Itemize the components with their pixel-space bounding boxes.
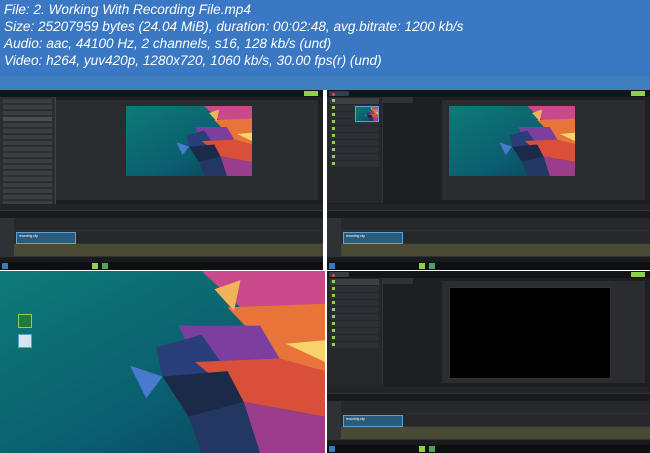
app-title-bar xyxy=(327,90,650,97)
app-icon[interactable] xyxy=(419,446,425,452)
timeline-ruler[interactable] xyxy=(327,204,650,211)
audio-track[interactable] xyxy=(327,244,650,257)
audio-track[interactable] xyxy=(327,427,650,440)
share-button[interactable] xyxy=(631,91,645,96)
windows-taskbar xyxy=(327,445,650,453)
file-name-line: File: 2. Working With Recording File.mp4 xyxy=(4,2,251,17)
windows-taskbar xyxy=(0,262,323,270)
timeline: recording clip xyxy=(327,387,650,445)
video-info-line: Video: h264, yuv420p, 1280x720, 1060 kb/… xyxy=(4,53,382,68)
timeline-clip[interactable]: recording clip xyxy=(343,415,403,427)
windows-start-icon[interactable] xyxy=(329,263,335,269)
record-icon xyxy=(332,274,335,277)
audio-info-line: Audio: aac, 44100 Hz, 2 channels, s16, 1… xyxy=(4,36,332,51)
app-icon[interactable] xyxy=(18,314,32,328)
file-info-header: File: 2. Working With Recording File.mp4… xyxy=(0,0,650,76)
tab-library[interactable] xyxy=(413,97,443,103)
record-button[interactable] xyxy=(329,91,349,96)
share-button[interactable] xyxy=(631,272,645,277)
file-icon[interactable] xyxy=(18,334,32,348)
app-icon[interactable] xyxy=(429,446,435,452)
canvas-area xyxy=(442,100,645,200)
header-spacer xyxy=(0,76,650,90)
windows-taskbar xyxy=(327,262,650,270)
app-icon[interactable] xyxy=(92,263,98,269)
tools-panel xyxy=(327,278,383,386)
audio-track[interactable] xyxy=(0,244,323,257)
share-button[interactable] xyxy=(304,91,318,96)
canvas-preview[interactable] xyxy=(449,287,611,379)
timeline-ruler[interactable] xyxy=(0,204,323,211)
media-bin-item[interactable] xyxy=(355,106,379,122)
record-icon xyxy=(332,93,335,96)
desktop-wallpaper xyxy=(0,271,325,453)
frame-1-editor-menu-open: recording clip xyxy=(0,90,323,270)
media-bin-tabs xyxy=(383,97,413,103)
app-title-bar xyxy=(0,90,323,97)
canvas-preview[interactable] xyxy=(449,106,575,176)
timeline-track-1[interactable] xyxy=(327,401,650,414)
frame-3-desktop xyxy=(0,271,325,453)
canvas-preview[interactable] xyxy=(126,106,252,176)
tab-library[interactable] xyxy=(413,278,443,284)
app-icon[interactable] xyxy=(429,263,435,269)
timeline-track-2[interactable]: recording clip xyxy=(0,231,323,244)
timeline: recording clip xyxy=(0,204,323,262)
file-menu-dropdown[interactable] xyxy=(0,97,56,207)
timeline-track-2[interactable]: recording clip xyxy=(327,231,650,244)
timeline-ruler[interactable] xyxy=(327,387,650,394)
timeline-track-1[interactable] xyxy=(0,218,323,231)
record-button[interactable] xyxy=(329,272,349,277)
frame-4-editor-black-canvas: recording clip xyxy=(327,271,650,453)
media-bin-tabs xyxy=(383,278,413,284)
windows-start-icon[interactable] xyxy=(2,263,8,269)
canvas-area xyxy=(442,281,645,383)
timeline: recording clip xyxy=(327,204,650,262)
timeline-track-2[interactable]: recording clip xyxy=(327,414,650,427)
timeline-clip[interactable]: recording clip xyxy=(343,232,403,244)
app-icon[interactable] xyxy=(102,263,108,269)
windows-start-icon[interactable] xyxy=(329,446,335,452)
file-size-line: Size: 25207959 bytes (24.04 MiB), durati… xyxy=(4,19,464,34)
tab-media-bin[interactable] xyxy=(383,278,413,284)
timeline-track-1[interactable] xyxy=(327,218,650,231)
timeline-clip[interactable]: recording clip xyxy=(16,232,76,244)
canvas-area xyxy=(56,100,318,200)
frame-2-editor-media-bin: recording clip xyxy=(327,90,650,270)
app-title-bar xyxy=(327,271,650,278)
tab-media-bin[interactable] xyxy=(383,97,413,103)
app-icon[interactable] xyxy=(419,263,425,269)
